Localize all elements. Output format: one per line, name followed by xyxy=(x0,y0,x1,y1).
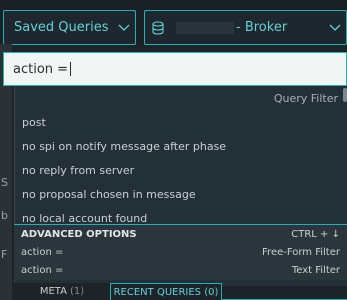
option-type-label: Free-Form Filter xyxy=(262,246,340,258)
tab-recent-queries-label: RECENT QUERIES (0) xyxy=(113,286,219,298)
dropdown-scrollbar[interactable] xyxy=(343,88,347,102)
left-strip-letter: S xyxy=(1,176,8,189)
option-query-text: action = xyxy=(21,246,64,258)
database-icon xyxy=(152,20,168,35)
redacted-broker-name xyxy=(176,21,234,34)
tab-meta-count: (1) xyxy=(69,286,85,297)
suggestion-item[interactable]: no spi on notify message after phase xyxy=(15,134,347,158)
chevron-down-icon xyxy=(324,24,346,32)
saved-queries-select[interactable]: Saved Queries xyxy=(3,10,136,45)
bottom-tabs: META (1) RECENT QUERIES (0) xyxy=(14,283,347,300)
keyboard-shortcut: CTRL + ↓ xyxy=(291,228,340,240)
tab-bar-underline xyxy=(222,283,347,300)
advanced-options-header: ADVANCED OPTIONS CTRL + ↓ xyxy=(14,225,347,243)
suggestion-item[interactable]: no reply from server xyxy=(15,158,347,182)
left-strip-letter: b xyxy=(1,209,8,222)
suggestion-item[interactable]: post xyxy=(15,110,347,134)
text-caret xyxy=(70,62,72,76)
chevron-down-icon xyxy=(113,24,135,32)
advanced-options: ADVANCED OPTIONS CTRL + ↓ action = Free-… xyxy=(14,224,347,280)
broker-label: - Broker xyxy=(236,20,288,35)
tab-meta-label: META xyxy=(39,286,67,297)
left-strip-letter: F xyxy=(1,248,8,261)
saved-queries-label: Saved Queries xyxy=(14,20,109,35)
broker-select[interactable]: - Broker xyxy=(144,10,347,45)
tab-meta[interactable]: META (1) xyxy=(14,283,110,300)
query-text: action = xyxy=(13,61,69,77)
query-filter-header: Query Filter xyxy=(273,91,338,105)
tab-recent-queries[interactable]: RECENT QUERIES (0) xyxy=(110,283,222,300)
text-filter-option[interactable]: action = Text Filter xyxy=(14,261,347,279)
free-form-filter-option[interactable]: action = Free-Form Filter xyxy=(14,243,347,261)
option-type-label: Text Filter xyxy=(291,264,340,276)
option-query-text: action = xyxy=(21,264,64,276)
advanced-options-title: ADVANCED OPTIONS xyxy=(21,228,137,240)
query-input[interactable]: action = xyxy=(3,52,347,86)
suggestion-item[interactable]: no proposal chosen in message xyxy=(15,182,347,206)
